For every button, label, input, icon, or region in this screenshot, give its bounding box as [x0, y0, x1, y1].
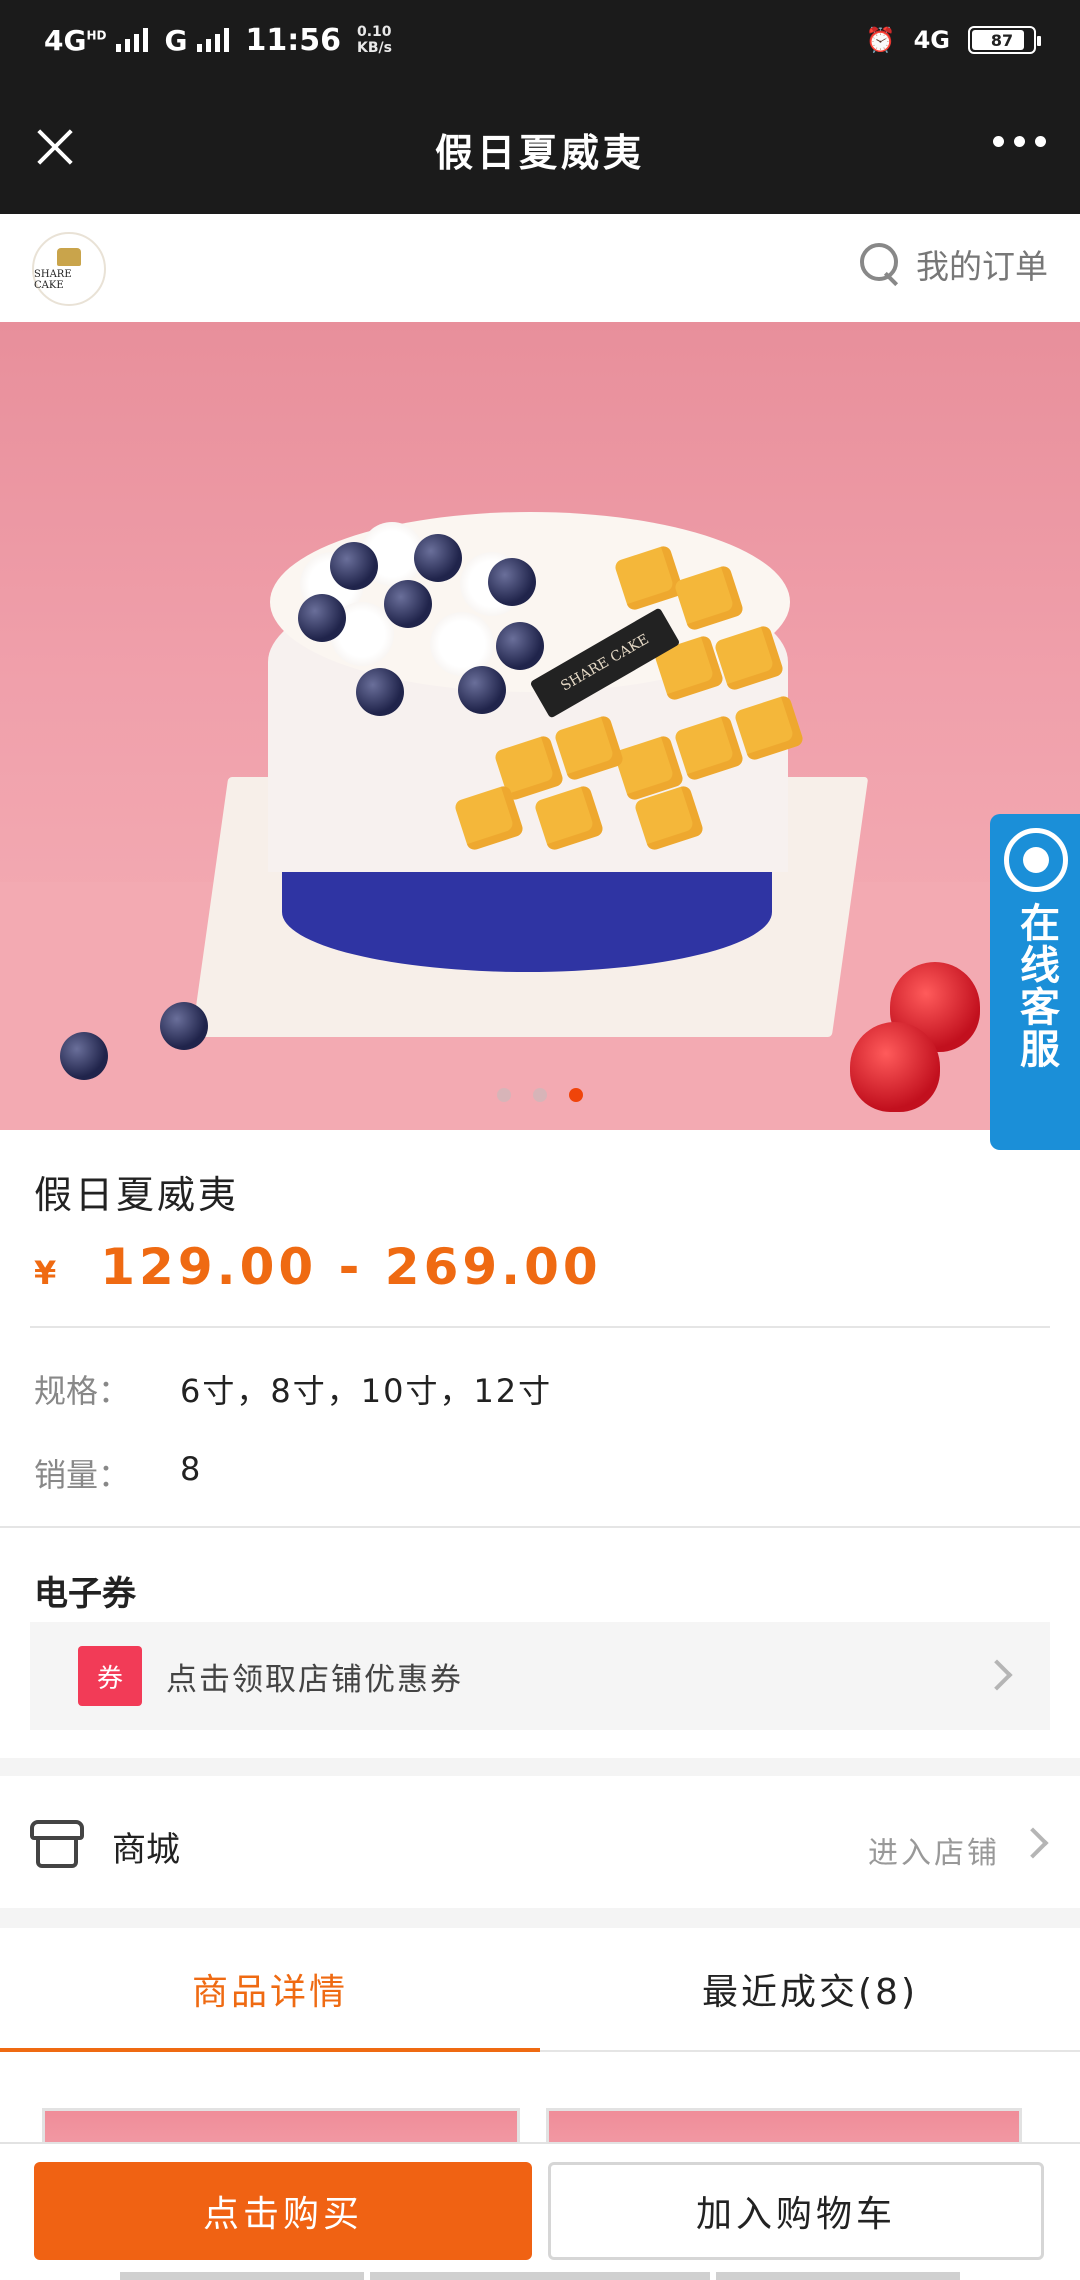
sales-row: 销量： 8	[34, 1450, 202, 1496]
price-range: 129.00 - 269.00	[100, 1238, 602, 1296]
network-type-left: 4GHD	[44, 23, 107, 57]
more-icon[interactable]	[993, 136, 1046, 147]
blueberry	[384, 580, 432, 628]
crown-icon	[57, 247, 81, 266]
divider	[30, 1326, 1050, 1328]
product-image-carousel[interactable]: SHARE CAKE	[0, 322, 1080, 1130]
signal-icon	[116, 28, 149, 52]
blueberry	[414, 534, 462, 582]
coupon-text: 点击领取店铺优惠券	[166, 1661, 463, 1698]
coupon-row[interactable]: 券 点击领取店铺优惠券	[30, 1622, 1050, 1730]
chevron-right-icon	[981, 1659, 1013, 1691]
sales-value: 8	[180, 1450, 203, 1488]
clock: 11:56	[245, 22, 341, 58]
alarm-icon: ⏰	[865, 26, 896, 54]
logo-text: SHARE CAKE	[34, 268, 72, 291]
network-type-g: G	[164, 23, 188, 57]
blueberry	[488, 558, 536, 606]
shop-label: 商城	[112, 1830, 180, 1870]
chevron-right-icon	[1017, 1827, 1049, 1859]
my-orders-label: 我的订单	[916, 247, 1048, 286]
coupon-section-title: 电子券	[34, 1574, 136, 1614]
my-orders-link[interactable]: 我的订单	[858, 240, 1048, 288]
signal-icon-2	[197, 28, 230, 52]
section-gap	[0, 1908, 1080, 1928]
search-icon	[858, 241, 904, 287]
nav-gesture-bar	[120, 2272, 364, 2280]
tab-recent-deals[interactable]: 最近成交(8)	[540, 1928, 1080, 2050]
add-to-cart-button[interactable]: 加入购物车	[548, 2162, 1044, 2260]
enter-store-label: 进入店铺	[868, 1836, 1000, 1871]
blueberry	[298, 594, 346, 642]
product-price: ¥ 129.00 - 269.00	[34, 1238, 602, 1296]
sales-label: 销量：	[34, 1456, 131, 1494]
net-speed: 0.10 KB/s	[356, 24, 392, 56]
spec-label: 规格：	[34, 1372, 131, 1410]
blueberry	[330, 542, 378, 590]
online-service-button[interactable]: 在线客服	[990, 814, 1080, 1150]
carousel-dot[interactable]	[497, 1088, 511, 1102]
status-right: ⏰ 4G 87	[865, 26, 1041, 54]
status-bar: 4GHD G 11:56 0.10 KB/s ⏰ 4G 87	[0, 0, 1080, 80]
blueberry	[60, 1032, 108, 1080]
spec-row: 规格： 6寸，8寸，10寸，12寸	[34, 1366, 552, 1412]
section-gap	[0, 1758, 1080, 1776]
status-left: 4GHD G 11:56 0.10 KB/s	[44, 23, 392, 58]
page-title: 假日夏威夷	[434, 131, 645, 175]
carousel-dot[interactable]	[533, 1088, 547, 1102]
battery-level: 87	[990, 30, 1014, 50]
blueberry	[160, 1002, 208, 1050]
detail-tabs: 商品详情 最近成交(8)	[0, 1928, 1080, 2052]
tab-product-details[interactable]: 商品详情	[0, 1928, 540, 2052]
store-logo[interactable]: SHARE CAKE	[32, 232, 106, 306]
carousel-dot-active[interactable]	[569, 1088, 583, 1102]
store-header: SHARE CAKE 我的订单	[0, 214, 1080, 322]
blueberry	[496, 622, 544, 670]
store-icon	[30, 1820, 84, 1870]
shop-row[interactable]: 商城 进入店铺	[0, 1778, 1080, 1908]
nav-gesture-bar	[716, 2272, 960, 2280]
bottom-action-bar: 点击购买 加入购物车	[0, 2142, 1080, 2280]
network-type-right: 4G	[913, 26, 950, 54]
blueberry	[356, 668, 404, 716]
product-name: 假日夏威夷	[34, 1173, 240, 1217]
coupon-tag: 券	[78, 1646, 142, 1706]
blueberry	[458, 666, 506, 714]
carousel-indicator	[0, 1088, 1080, 1102]
currency-symbol: ¥	[34, 1254, 57, 1292]
battery-icon: 87	[968, 26, 1041, 54]
nav-gesture-bar	[370, 2272, 710, 2280]
online-service-label: 在线客服	[1013, 902, 1059, 1070]
spec-value: 6寸，8寸，10寸，12寸	[180, 1372, 553, 1410]
title-bar: 假日夏威夷	[0, 80, 1080, 214]
customer-service-icon	[1004, 828, 1068, 892]
buy-now-button[interactable]: 点击购买	[34, 2162, 532, 2260]
divider	[0, 1526, 1080, 1528]
